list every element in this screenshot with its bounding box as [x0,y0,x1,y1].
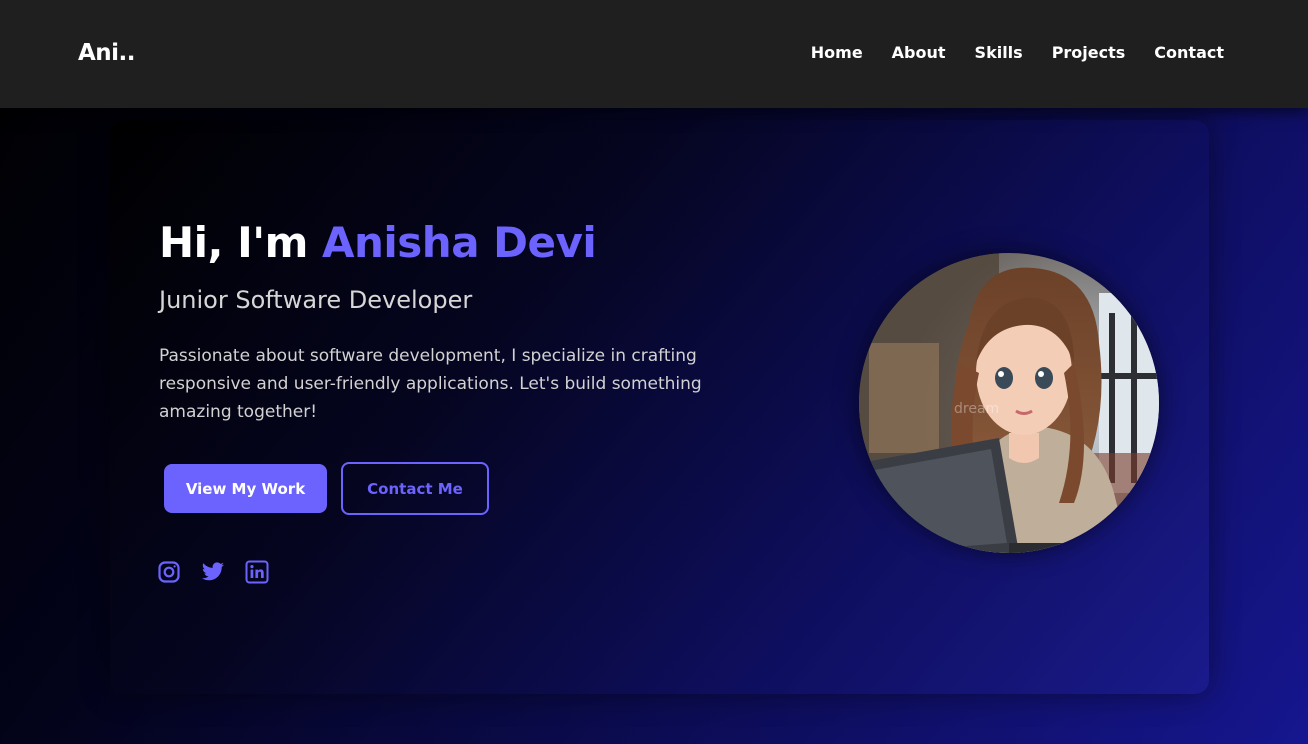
view-my-work-button[interactable]: View My Work [164,464,327,513]
hero-name: Anisha Devi [322,218,597,267]
greeting-prefix: Hi, I'm [159,218,308,267]
hero-role: Junior Software Developer [159,286,473,314]
nav-links: Home About Skills Projects Contact [811,43,1224,62]
nav-link-contact[interactable]: Contact [1154,43,1224,62]
logo[interactable]: Ani.. [78,40,136,66]
linkedin-icon[interactable] [245,560,269,584]
hero-greeting: Hi, I'm Anisha Devi [159,218,597,267]
nav-link-about[interactable]: About [892,43,946,62]
hero-description: Passionate about software development, I… [159,346,702,422]
nav-link-skills[interactable]: Skills [975,43,1023,62]
social-links [157,560,269,584]
avatar-watermark: dream [954,401,999,417]
nav-link-projects[interactable]: Projects [1052,43,1126,62]
contact-me-button[interactable]: Contact Me [341,462,489,515]
instagram-icon[interactable] [157,560,181,584]
twitter-icon[interactable] [201,560,225,584]
hero-section: Hi, I'm Anisha Devi Junior Software Deve… [110,120,1209,694]
profile-avatar: dream [859,253,1159,553]
avatar-illustration: dream [859,253,1159,553]
nav-link-home[interactable]: Home [811,43,863,62]
navbar: Ani.. Home About Skills Projects Contact [0,0,1308,108]
